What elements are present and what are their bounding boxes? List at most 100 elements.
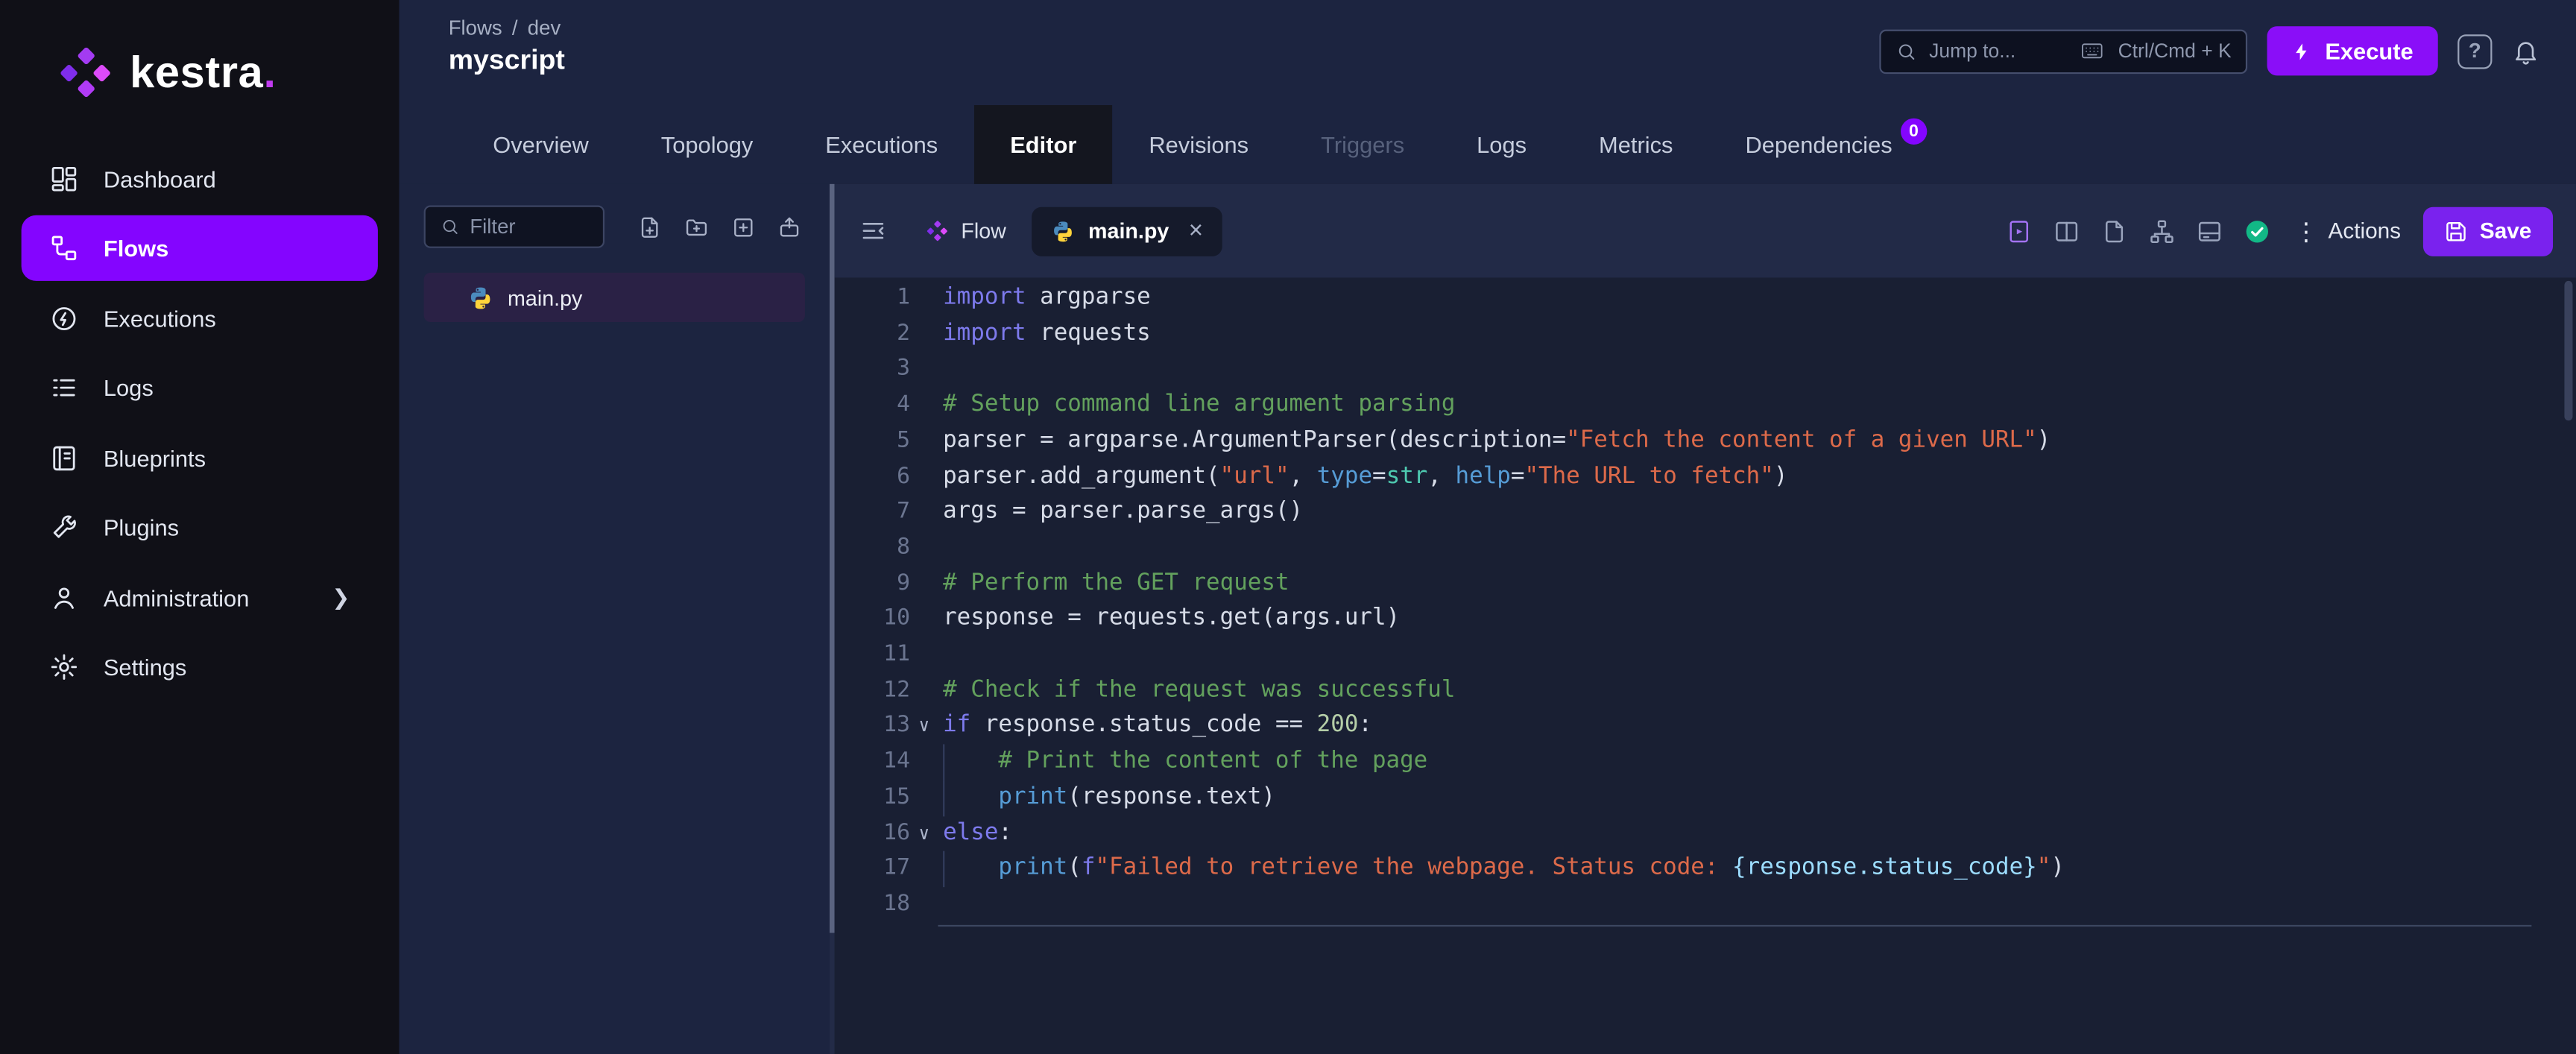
code-line[interactable]: 1 import argparse	[835, 281, 2576, 317]
sidebar-item-logs[interactable]: Logs	[22, 355, 378, 420]
sidebar-item-flows[interactable]: Flows	[21, 215, 378, 281]
search-icon	[443, 219, 458, 234]
sidebar-item-dashboard[interactable]: Dashboard	[22, 145, 378, 211]
jump-to-search[interactable]: Jump to... Ctrl/Cmd + K	[1880, 28, 2248, 74]
sidebar-item-label: Dashboard	[103, 165, 216, 192]
editor-tab-flow[interactable]: Flow	[907, 206, 1026, 256]
structure-icon[interactable]	[2149, 218, 2175, 244]
actions-menu[interactable]: ⋮ Actions	[2294, 216, 2401, 246]
file-row-main-py[interactable]: main.py	[423, 272, 805, 322]
editor-tab-main-py[interactable]: main.py ×	[1032, 206, 1223, 256]
code-line[interactable]: 14 # Print the content of the page	[835, 744, 2576, 780]
tab-metrics[interactable]: Metrics	[1563, 105, 1709, 184]
dashboard-icon	[51, 165, 77, 191]
search-icon	[1899, 43, 1915, 59]
code-line[interactable]: 15 print(response.text)	[835, 780, 2576, 816]
new-folder-icon[interactable]	[684, 215, 710, 239]
code-line[interactable]: 8	[835, 531, 2576, 567]
kestra-flow-icon	[926, 221, 947, 242]
flows-icon	[51, 236, 77, 261]
close-icon[interactable]: ×	[1189, 217, 1203, 244]
export-icon[interactable]	[777, 215, 801, 239]
collapse-sidebar-icon[interactable]	[859, 217, 887, 244]
tab-logs[interactable]: Logs	[1441, 105, 1563, 184]
sidebar-item-label: Executions	[103, 304, 216, 332]
new-file-icon[interactable]	[637, 215, 662, 239]
line-number: 13	[883, 712, 911, 739]
notifications-bell-icon[interactable]	[2512, 37, 2539, 65]
code-area[interactable]: 1 import argparse 2 import requests 3 4 # Setu…	[835, 277, 2576, 1054]
file-icon[interactable]	[2101, 218, 2127, 244]
jump-shortcut: Ctrl/Cmd + K	[2118, 39, 2232, 63]
main-area: Flows / dev myscript Jump to... Ctrl/Cmd…	[399, 0, 2576, 1054]
topbar-left: Flows / dev myscript	[449, 16, 565, 78]
sidebar-item-settings[interactable]: Settings	[22, 634, 378, 700]
keyboard-icon	[2082, 43, 2103, 59]
editor-vertical-scrollbar[interactable]	[2564, 280, 2573, 421]
tab-revisions[interactable]: Revisions	[1113, 105, 1285, 184]
sidebar-item-label: Administration	[103, 584, 250, 610]
fold-chevron-icon[interactable]: ∨	[910, 815, 938, 851]
file-explorer: main.py	[399, 183, 830, 1054]
tab-dependencies[interactable]: Dependencies 0	[1709, 105, 1963, 184]
tab-editor[interactable]: Editor	[973, 105, 1113, 184]
editor-tabstrip: Flow main.py × ⋮ Actions Save	[834, 183, 2576, 278]
run-doc-icon[interactable]	[2006, 218, 2032, 244]
tab-topology[interactable]: Topology	[625, 105, 789, 184]
save-button[interactable]: Save	[2423, 206, 2554, 256]
explorer-toolbar	[637, 215, 805, 239]
python-icon	[1055, 221, 1073, 242]
kestra-logo-icon	[60, 47, 110, 98]
fold-chevron-icon[interactable]: ∨	[910, 709, 938, 745]
kestra-logo[interactable]: kestra.	[0, 33, 400, 141]
line-number: 12	[883, 676, 911, 703]
python-icon	[470, 286, 490, 309]
settings-gear-icon	[51, 654, 78, 680]
save-floppy-icon	[2447, 221, 2466, 241]
line-number: 14	[883, 748, 911, 774]
code-line[interactable]: 2 import requests	[835, 317, 2576, 353]
code-line[interactable]: 12 # Check if the request was successful	[835, 673, 2576, 709]
sidebar-item-administration[interactable]: Administration ❯	[22, 564, 378, 630]
line-number: 18	[883, 890, 911, 917]
code-line[interactable]: 7 args = parser.parse_args()	[835, 495, 2576, 531]
code-line[interactable]: 11	[835, 637, 2576, 673]
sidebar-item-blueprints[interactable]: Blueprints	[22, 425, 378, 490]
app-window: kestra. Dashboard Flows Executions Logs …	[0, 0, 2576, 1054]
code-line[interactable]: 4 # Setup command line argument parsing	[835, 388, 2576, 423]
code-line[interactable]: 18	[835, 887, 2576, 923]
tab-executions[interactable]: Executions	[789, 105, 974, 184]
sidebar-item-plugins[interactable]: Plugins	[22, 494, 378, 560]
panel-bottom-icon[interactable]	[2197, 218, 2223, 244]
code-line[interactable]: 6 parser.add_argument("url", type=str, he…	[835, 459, 2576, 495]
split-view-icon[interactable]	[2053, 218, 2080, 244]
add-box-icon[interactable]	[731, 215, 756, 239]
filter-search[interactable]	[423, 205, 605, 248]
code-line[interactable]: 17 print(f"Failed to retrieve the webpag…	[835, 851, 2576, 888]
breadcrumb-current[interactable]: dev	[528, 16, 561, 40]
code-line[interactable]: 9 # Perform the GET request	[835, 567, 2576, 602]
tab-overview[interactable]: Overview	[457, 105, 625, 184]
code-line[interactable]: 13 ∨ if response.status_code == 200:	[835, 709, 2576, 745]
code-line[interactable]: 3	[835, 353, 2576, 388]
line-number: 16	[883, 818, 911, 846]
code-line[interactable]: 10 response = requests.get(args.url)	[835, 602, 2576, 637]
breadcrumb-parent[interactable]: Flows	[449, 16, 502, 40]
sidebar-item-executions[interactable]: Executions	[22, 285, 378, 350]
panel-splitter[interactable]	[830, 183, 835, 1054]
code-line[interactable]: 16 ∨ else:	[835, 815, 2576, 851]
code-line[interactable]: 5 parser = argparse.ArgumentParser(descri…	[835, 423, 2576, 459]
code-lines: 1 import argparse 2 import requests 3 4 # Setu…	[835, 281, 2576, 923]
help-button[interactable]: ?	[2457, 34, 2493, 69]
filter-input[interactable]	[470, 215, 572, 239]
kebab-icon: ⋮	[2294, 218, 2319, 246]
execute-button[interactable]: Execute	[2267, 26, 2438, 76]
